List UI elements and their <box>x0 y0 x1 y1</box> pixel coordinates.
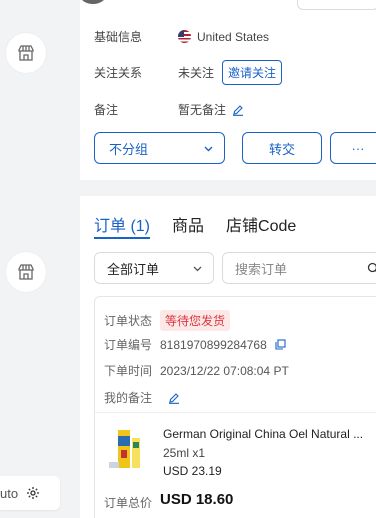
order-number-row: 订单编号 8181970899284768 <box>104 336 286 353</box>
my-note-row: 我的备注 <box>104 389 180 406</box>
order-tabs: 订单 (1) 商品 店铺Code <box>94 212 296 236</box>
group-select-value: 不分组 <box>109 141 149 157</box>
store-icon <box>18 264 34 280</box>
tab-products[interactable]: 商品 <box>172 212 204 236</box>
gear-icon[interactable] <box>26 486 40 500</box>
chevron-down-icon <box>193 266 202 271</box>
order-number-value: 8181970899284768 <box>160 337 267 352</box>
order-filter-select[interactable]: 全部订单 <box>94 252 214 284</box>
store-button-2[interactable] <box>6 252 46 292</box>
transfer-label: 转交 <box>268 141 295 157</box>
relationship-value: 未关注 <box>178 66 215 80</box>
more-icon: ··· <box>351 140 365 156</box>
order-search-input[interactable]: 搜索订单 <box>222 252 376 284</box>
left-rail: uto <box>0 0 78 518</box>
order-time-row: 下单时间 2023/12/22 07:08:04 PT <box>104 362 289 379</box>
order-time-value: 2023/12/22 07:08:04 PT <box>160 363 289 378</box>
auto-label: uto <box>0 485 19 501</box>
order-filter-value: 全部订单 <box>107 261 160 277</box>
customer-panel: uto 基础信息 United States 关注关系 未关注 邀请关注 备注 … <box>0 0 376 518</box>
chevron-down-icon <box>204 146 213 151</box>
search-icon[interactable] <box>367 262 376 275</box>
status-badge: 等待您发货 <box>160 310 231 331</box>
country-value: United States <box>197 29 270 44</box>
group-select[interactable]: 不分组 <box>94 132 225 164</box>
divider <box>95 412 376 413</box>
relationship-label: 关注关系 <box>94 66 143 80</box>
product-spec: 25ml x1 <box>163 446 206 460</box>
copy-icon[interactable] <box>275 339 286 350</box>
us-flag-icon <box>178 30 191 43</box>
order-time-label: 下单时间 <box>104 364 153 378</box>
store-button-1[interactable] <box>6 33 46 73</box>
note-label: 备注 <box>94 103 119 117</box>
invite-follow-button[interactable]: 邀请关注 <box>222 60 283 85</box>
relationship-row: 关注关系 未关注 邀请关注 <box>94 60 283 85</box>
tab-orders[interactable]: 订单 (1) <box>94 212 150 236</box>
store-icon <box>18 45 34 61</box>
more-button[interactable]: ··· <box>330 132 376 164</box>
edit-icon[interactable] <box>232 104 244 116</box>
basic-info-row: 基础信息 United States <box>94 28 269 45</box>
order-total-value: USD 18.60 <box>160 491 234 508</box>
order-status-label: 订单状态 <box>104 314 153 328</box>
my-note-label: 我的备注 <box>104 391 153 405</box>
order-status-row: 订单状态 等待您发货 <box>104 310 231 331</box>
product-price: USD 23.19 <box>163 464 222 478</box>
order-number-label: 订单编号 <box>104 338 153 352</box>
basic-info-label: 基础信息 <box>94 30 143 44</box>
auto-setting[interactable]: uto <box>0 476 60 510</box>
transfer-button[interactable]: 转交 <box>242 132 322 164</box>
active-tab-indicator <box>94 237 150 239</box>
top-action-button[interactable] <box>297 0 376 10</box>
product-thumbnail[interactable] <box>104 424 152 472</box>
edit-icon[interactable] <box>168 392 180 404</box>
note-value: 暂无备注 <box>178 103 227 117</box>
order-total-label: 订单总价 <box>104 496 153 510</box>
tab-store-code[interactable]: 店铺Code <box>226 212 296 236</box>
product-title[interactable]: German Original China Oel Natural ... <box>163 427 363 441</box>
order-search-placeholder: 搜索订单 <box>235 261 288 277</box>
note-row: 备注 暂无备注 <box>94 101 244 118</box>
